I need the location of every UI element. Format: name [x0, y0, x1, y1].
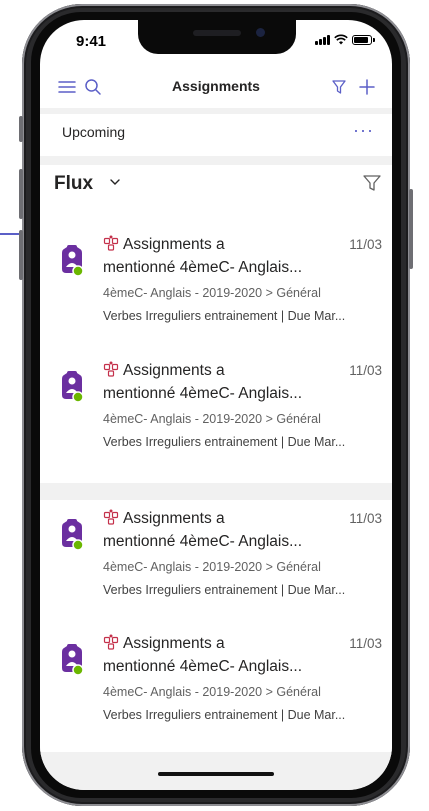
more-icon[interactable]: ··· — [353, 120, 374, 141]
chevron-down-icon[interactable] — [108, 175, 122, 189]
item-title-text: Assignments a — [123, 236, 225, 253]
item-title-text: Assignments a — [123, 362, 225, 379]
feed-item[interactable]: Assignments a 11/03 mentionné 4èmeC- Ang… — [40, 361, 392, 479]
item-path: 4èmeC- Anglais - 2019-2020 > Général — [103, 286, 321, 300]
feed-item[interactable]: Assignments a 11/03 mentionné 4èmeC- Ang… — [40, 509, 392, 627]
item-subtitle: mentionné 4èmeC- Anglais... — [103, 533, 303, 550]
feed-group: Assignments a 11/03 mentionné 4èmeC- Ang… — [40, 500, 392, 752]
item-detail: Verbes Irreguliers entrainement | Due Ma… — [103, 708, 346, 722]
item-subtitle: mentionné 4èmeC- Anglais... — [103, 658, 303, 675]
app-icon — [103, 235, 119, 251]
item-title: Assignments a — [103, 361, 225, 380]
item-path: 4èmeC- Anglais - 2019-2020 > Général — [103, 412, 321, 426]
item-detail: Verbes Irreguliers entrainement | Due Ma… — [103, 583, 346, 597]
item-path: 4èmeC- Anglais - 2019-2020 > Général — [103, 560, 321, 574]
notch — [138, 20, 296, 54]
item-date: 11/03 — [349, 237, 382, 252]
item-subtitle: mentionné 4èmeC- Anglais... — [103, 385, 303, 402]
filter-icon[interactable] — [362, 173, 382, 193]
filter-icon[interactable] — [326, 74, 352, 100]
volume-up-button — [19, 169, 23, 219]
app-icon — [103, 361, 119, 377]
item-path: 4èmeC- Anglais - 2019-2020 > Général — [103, 685, 321, 699]
assignment-avatar-icon — [62, 245, 84, 277]
mute-switch — [19, 116, 23, 142]
item-date: 11/03 — [349, 636, 382, 651]
speaker-grille — [193, 30, 241, 36]
item-detail: Verbes Irreguliers entrainement | Due Ma… — [103, 435, 346, 449]
upcoming-section-header[interactable]: Upcoming ··· — [40, 114, 392, 156]
front-camera — [256, 28, 265, 37]
status-indicators — [315, 34, 375, 45]
wifi-icon — [334, 34, 348, 45]
plus-icon[interactable] — [354, 74, 380, 100]
item-title-text: Assignments a — [123, 635, 225, 652]
item-subtitle: mentionné 4èmeC- Anglais... — [103, 259, 303, 276]
power-button — [409, 189, 413, 269]
feed-item[interactable]: Assignments a 11/03 mentionné 4èmeC- Ang… — [40, 235, 392, 353]
section-label: Upcoming — [62, 124, 126, 140]
feed-title[interactable]: Flux — [54, 173, 93, 195]
assignment-avatar-icon — [62, 519, 84, 551]
assignment-avatar-icon — [62, 644, 84, 676]
battery-icon — [352, 34, 375, 45]
feed-header: Flux — [40, 165, 392, 205]
divider — [40, 156, 392, 165]
item-title-text: Assignments a — [123, 510, 225, 527]
home-indicator[interactable] — [158, 772, 274, 776]
status-time: 9:41 — [76, 33, 107, 50]
item-title: Assignments a — [103, 235, 225, 254]
volume-down-button — [19, 230, 23, 280]
signal-icon — [315, 34, 330, 45]
feed-group: Assignments a 11/03 mentionné 4èmeC- Ang… — [40, 205, 392, 483]
feed-item[interactable]: Assignments a 11/03 mentionné 4èmeC- Ang… — [40, 634, 392, 752]
app-icon — [103, 509, 119, 525]
divider — [40, 483, 392, 500]
item-date: 11/03 — [349, 363, 382, 378]
app-screen: 9:41 Assignments Upcoming ··· Flux Assig… — [40, 20, 392, 790]
assignment-avatar-icon — [62, 371, 84, 403]
item-title: Assignments a — [103, 509, 225, 528]
app-icon — [103, 634, 119, 650]
item-date: 11/03 — [349, 511, 382, 526]
footer-area — [40, 752, 392, 790]
app-bar: Assignments — [40, 68, 392, 108]
item-title: Assignments a — [103, 634, 225, 653]
item-detail: Verbes Irreguliers entrainement | Due Ma… — [103, 309, 346, 323]
